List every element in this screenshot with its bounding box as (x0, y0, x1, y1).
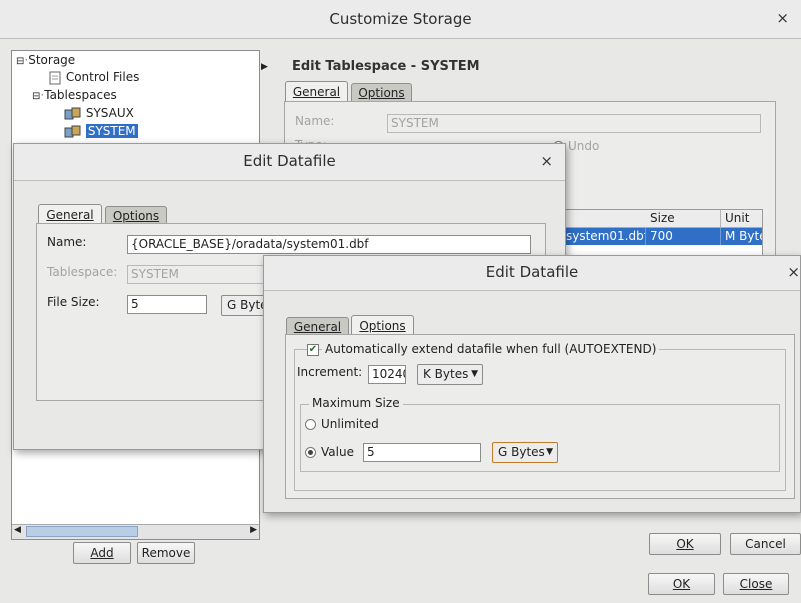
dialog-titlebar: Edit Datafile (264, 256, 800, 291)
tab-general[interactable]: General (286, 317, 349, 335)
tablespace-label: Tablespace: (47, 265, 118, 279)
tablespace-icon (64, 107, 81, 119)
dialog-cancel-button[interactable]: Cancel (730, 533, 801, 555)
increment-label: Increment: (297, 365, 363, 379)
tablespace-heading: Edit Tablespace - SYSTEM (292, 59, 480, 74)
tablespace-icon (64, 125, 81, 137)
tree-item-sysaux[interactable]: SYSAUX (64, 106, 134, 121)
column-unit[interactable]: Unit (721, 210, 762, 227)
max-value-field[interactable]: 5 (363, 443, 481, 462)
window-titlebar: Customize Storage (0, 0, 801, 39)
tree-item-control-files[interactable]: Control Files (48, 70, 139, 85)
row-size: 700 (646, 228, 721, 245)
dialog-ok-button[interactable]: OK (649, 533, 721, 555)
tablespace-name-field: SYSTEM (387, 114, 761, 133)
dialog-titlebar: Edit Datafile (14, 144, 565, 181)
dialog-title: Edit Datafile (243, 152, 336, 170)
table-header: Size Unit (556, 210, 762, 228)
tree-item-tablespaces[interactable]: ⊟·Tablespaces (32, 88, 117, 102)
file-size-field[interactable]: 5 (127, 295, 207, 314)
datafile-table: Size Unit system01.dbf 700 M Bytes (555, 209, 763, 261)
file-size-label: File Size: (47, 295, 100, 309)
tab-general[interactable]: General (285, 81, 348, 101)
maximum-size-title: Maximum Size (309, 396, 403, 410)
unlimited-label[interactable]: Unlimited (321, 417, 379, 431)
dropdown-arrow-icon: ▼ (471, 369, 478, 379)
increment-field[interactable]: 10240 (368, 365, 406, 384)
close-button[interactable]: Close (723, 573, 789, 595)
tab-general[interactable]: General (38, 204, 102, 224)
autoextend-label[interactable]: Automatically extend datafile when full … (322, 342, 660, 356)
unlimited-radio[interactable] (305, 419, 316, 430)
type-undo-label: Undo (568, 139, 600, 153)
tab-options[interactable]: Options (351, 83, 412, 101)
edit-datafile-dialog-options: Edit Datafile × General Options ✔ Automa… (263, 255, 801, 513)
add-button[interactable]: Add (73, 542, 131, 564)
tree-item-storage[interactable]: ⊟·Storage (16, 53, 75, 67)
remove-button[interactable]: Remove (137, 542, 195, 564)
row-file: system01.dbf (562, 228, 646, 245)
dialog-title: Edit Datafile (485, 263, 579, 281)
autoextend-checkbox[interactable]: ✔ (307, 344, 319, 356)
scroll-right-icon[interactable]: ▶ (250, 525, 257, 535)
ok-button[interactable]: OK (648, 573, 715, 595)
window-close-icon[interactable]: × (776, 9, 789, 27)
column-size[interactable]: Size (646, 210, 721, 227)
dialog-close-icon[interactable]: × (540, 152, 553, 170)
datafile-name-field[interactable]: {ORACLE_BASE}/oradata/system01.dbf (127, 235, 531, 254)
row-unit: M Bytes (725, 229, 762, 243)
value-label[interactable]: Value (321, 445, 354, 459)
tree-horizontal-scrollbar[interactable]: ◀ ▶ (12, 524, 259, 539)
tab-options[interactable]: Options (105, 206, 167, 224)
max-unit-select[interactable]: G Bytes ▼ (492, 442, 558, 463)
tablespace-field: SYSTEM (127, 265, 277, 284)
splitter-arrow-icon[interactable]: ▶ (261, 62, 268, 72)
tab-options[interactable]: Options (351, 315, 414, 335)
tree-item-system[interactable]: SYSTEM (64, 124, 138, 139)
scrollbar-thumb[interactable] (26, 526, 138, 537)
increment-unit-select[interactable]: K Bytes ▼ (417, 364, 483, 385)
window-title: Customize Storage (329, 10, 472, 28)
datafile-name-label: Name: (47, 235, 87, 249)
datafile-options-panel: ✔ Automatically extend datafile when ful… (285, 334, 795, 499)
table-row[interactable]: system01.dbf 700 M Bytes (556, 228, 762, 245)
value-radio[interactable] (305, 447, 316, 458)
dialog-close-icon[interactable]: × (787, 263, 800, 281)
dropdown-arrow-icon: ▼ (546, 447, 553, 457)
tablespace-name-label: Name: (295, 114, 335, 128)
scroll-left-icon[interactable]: ◀ (14, 525, 21, 535)
control-files-icon (49, 71, 61, 84)
